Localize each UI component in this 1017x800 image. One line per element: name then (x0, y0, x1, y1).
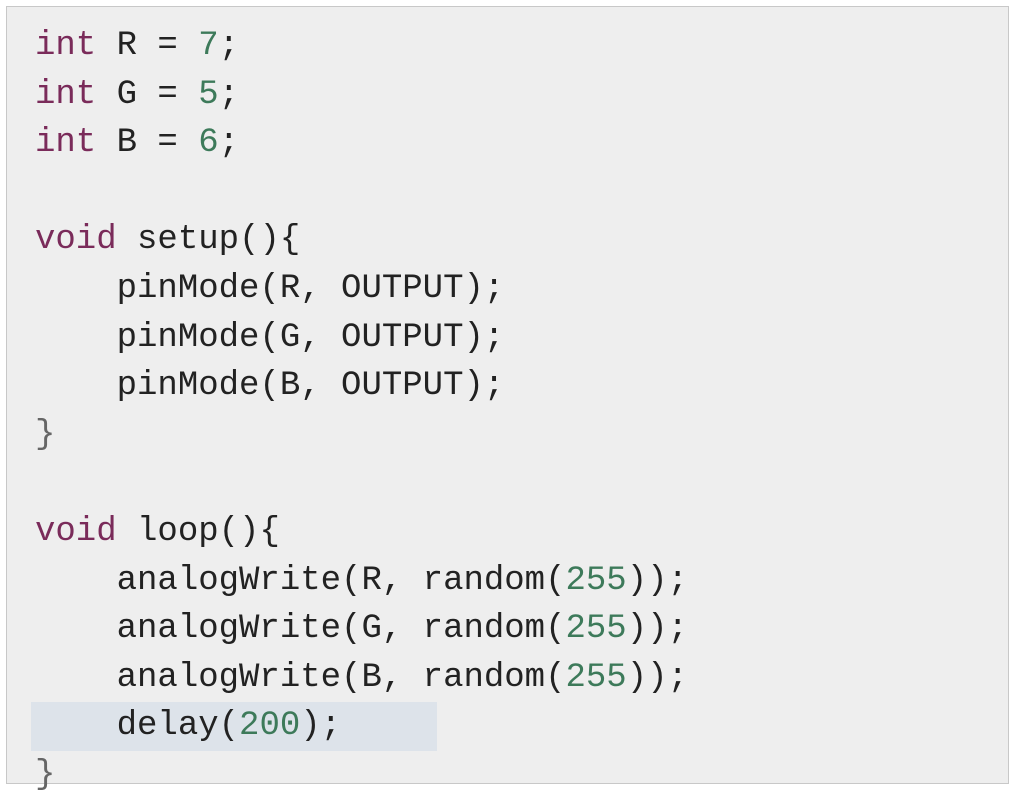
code-line-content: } (35, 416, 55, 454)
code-token: )); (626, 610, 688, 649)
code-line-content: } (35, 756, 55, 794)
code-line-content: analogWrite(B, random(255)); (35, 659, 688, 697)
code-line-content: int G = 5; (35, 76, 239, 114)
number-token: 255 (565, 658, 627, 697)
code-line[interactable]: pinMode(B, OUTPUT); (7, 362, 1008, 411)
code-line-content: int R = 7; (35, 27, 239, 65)
code-line-content: int B = 6; (35, 124, 239, 162)
keyword-token: int (35, 124, 97, 163)
code-line-content: analogWrite(G, random(255)); (35, 610, 688, 648)
keyword-token: int (35, 75, 97, 114)
keyword-token: int (35, 27, 97, 65)
code-token: } (35, 415, 56, 454)
code-token: ; (218, 27, 240, 65)
number-token: 255 (565, 610, 627, 649)
code-line[interactable]: analogWrite(B, random(255)); (7, 654, 1008, 703)
code-line-content (35, 464, 55, 502)
code-line[interactable] (7, 459, 1008, 508)
code-line[interactable]: int G = 5; (7, 71, 1008, 120)
code-token: delay( (35, 707, 240, 746)
code-token: ); (300, 707, 342, 746)
code-token: ; (218, 75, 240, 114)
code-token: pinMode(R, OUTPUT); (35, 269, 505, 308)
code-token: G = (96, 75, 199, 114)
code-line-content: delay(200); (35, 707, 341, 745)
code-token: analogWrite(G, random( (35, 610, 566, 649)
code-line[interactable]: int R = 7; (7, 22, 1008, 71)
code-token: pinMode(G, OUTPUT); (35, 318, 505, 357)
number-token: 5 (198, 75, 219, 114)
code-token: )); (626, 658, 688, 697)
code-line[interactable] (7, 168, 1008, 217)
code-line[interactable]: } (7, 411, 1008, 460)
number-token: 6 (198, 124, 219, 163)
code-line[interactable]: void loop(){ (7, 508, 1008, 557)
code-line-content: pinMode(B, OUTPUT); (35, 367, 505, 406)
code-token: loop(){ (116, 512, 280, 551)
code-editor[interactable]: int R = 7; int G = 5; int B = 6; void setu… (6, 6, 1009, 794)
number-token: 200 (239, 707, 301, 746)
number-token: 7 (198, 27, 219, 65)
code-token: R = (96, 27, 199, 65)
code-line[interactable]: pinMode(R, OUTPUT); (7, 265, 1008, 314)
keyword-token: void (35, 221, 117, 260)
code-line[interactable]: analogWrite(G, random(255)); (7, 605, 1008, 654)
code-line-content: analogWrite(R, random(255)); (35, 562, 688, 600)
code-token: analogWrite(R, random( (35, 561, 566, 600)
keyword-token: void (35, 512, 117, 551)
code-token: ; (218, 124, 240, 163)
code-token: } (35, 755, 56, 794)
code-line-content: pinMode(G, OUTPUT); (35, 318, 505, 357)
code-line-content: void loop(){ (35, 513, 280, 551)
code-line[interactable]: pinMode(G, OUTPUT); (7, 314, 1008, 363)
code-line-content: void setup(){ (35, 221, 300, 259)
code-token: setup(){ (116, 221, 301, 260)
code-token: B = (96, 124, 199, 163)
number-token: 255 (565, 561, 627, 600)
code-line[interactable]: void setup(){ (7, 216, 1008, 265)
code-line-content (35, 173, 55, 211)
code-line[interactable]: } (7, 751, 1008, 800)
code-line[interactable]: analogWrite(R, random(255)); (7, 557, 1008, 606)
code-line-content: pinMode(R, OUTPUT); (35, 269, 505, 308)
code-token: pinMode(B, OUTPUT); (35, 367, 505, 406)
code-area[interactable]: int R = 7; int G = 5; int B = 6; void setu… (7, 22, 1008, 800)
code-line[interactable]: int B = 6; (7, 119, 1008, 168)
code-token: analogWrite(B, random( (35, 658, 566, 697)
code-line[interactable]: delay(200); (7, 702, 1008, 751)
code-token: )); (626, 561, 688, 600)
